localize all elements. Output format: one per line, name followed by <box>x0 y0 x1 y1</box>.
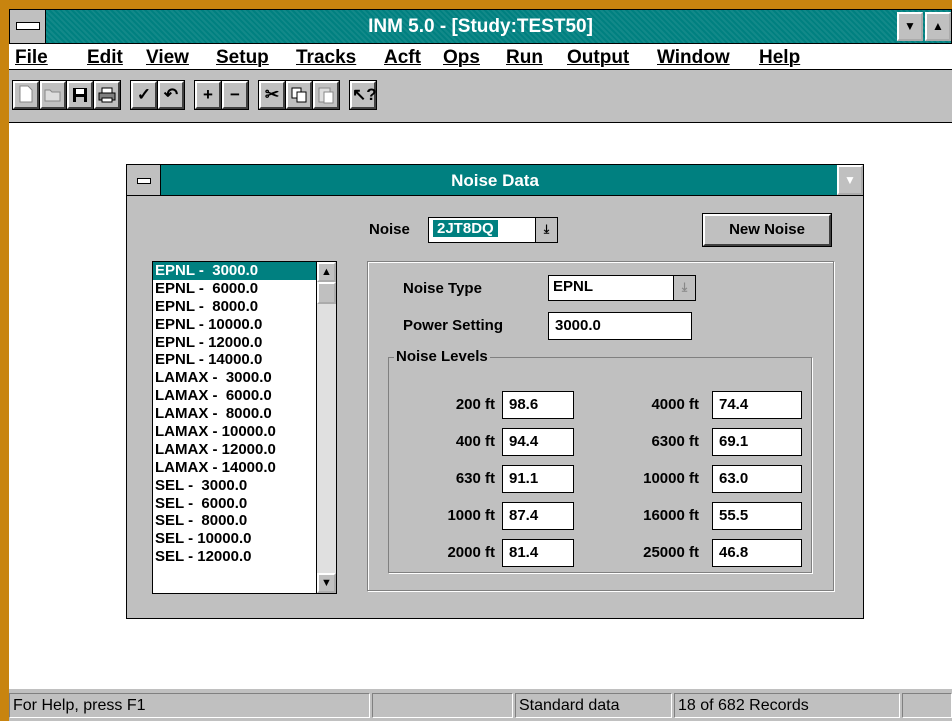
list-item[interactable]: SEL - 6000.0 <box>153 495 318 513</box>
menu-help[interactable]: Help <box>759 47 800 69</box>
noise-type-label: Noise Type <box>403 280 482 297</box>
print-icon[interactable] <box>93 80 121 110</box>
list-item[interactable]: SEL - 10000.0 <box>153 530 318 548</box>
list-item[interactable]: SEL - 12000.0 <box>153 548 318 566</box>
power-setting-field[interactable]: 3000.0 <box>548 312 692 340</box>
app-titlebar[interactable]: INM 5.0 - [Study:TEST50] ▼ ▲ <box>9 9 952 44</box>
list-scrollbar[interactable]: ▲ ▼ <box>316 262 336 593</box>
dialog-title: Noise Data <box>451 171 539 190</box>
cut-icon[interactable]: ✂ <box>258 80 286 110</box>
dialog-minimize-button[interactable]: ▼ <box>837 165 863 195</box>
menu-output[interactable]: Output <box>567 47 629 69</box>
list-item[interactable]: LAMAX - 8000.0 <box>153 405 318 423</box>
level-dist-label: 400 ft <box>455 433 495 450</box>
menu-acft[interactable]: Acft <box>384 47 421 69</box>
maximize-button[interactable]: ▲ <box>925 12 951 41</box>
noise-levels-group: Noise Levels 200 ft 98.6 400 ft 94.4 630… <box>388 348 812 573</box>
status-help-text: For Help, press F1 <box>9 693 370 718</box>
menu-tracks[interactable]: Tracks <box>296 47 356 69</box>
level-value-field[interactable]: 87.4 <box>502 502 574 530</box>
noise-type-value: EPNL <box>553 278 594 295</box>
menu-file[interactable]: File <box>15 47 48 69</box>
status-records: 18 of 682 Records <box>674 693 900 718</box>
list-item[interactable]: EPNL - 10000.0 <box>153 316 318 334</box>
list-item[interactable]: LAMAX - 3000.0 <box>153 369 318 387</box>
list-item[interactable]: EPNL - 6000.0 <box>153 280 318 298</box>
noise-type-arrow-icon[interactable]: ⤓ <box>673 276 695 300</box>
list-item[interactable]: EPNL - 3000.0 <box>153 262 318 280</box>
noise-list[interactable]: EPNL - 3000.0 EPNL - 6000.0 EPNL - 8000.0 E… <box>152 261 337 594</box>
menu-view[interactable]: View <box>146 47 189 69</box>
level-dist-label: 6300 ft <box>651 433 699 450</box>
menu-bar: File Edit View Setup Tracks Acft Ops Run… <box>9 44 952 70</box>
dropdown-arrow-icon[interactable]: ⤓ <box>535 218 557 242</box>
level-value-field[interactable]: 74.4 <box>712 391 802 419</box>
list-item[interactable]: LAMAX - 12000.0 <box>153 441 318 459</box>
scroll-down-icon[interactable]: ▼ <box>317 573 336 593</box>
level-dist-label: 16000 ft <box>643 507 699 524</box>
level-value-field[interactable]: 94.4 <box>502 428 574 456</box>
level-value-field[interactable]: 81.4 <box>502 539 574 567</box>
menu-window[interactable]: Window <box>657 47 730 69</box>
new-icon[interactable] <box>12 80 40 110</box>
menu-run[interactable]: Run <box>506 47 543 69</box>
noise-type-combo[interactable]: EPNL ⤓ <box>548 275 696 301</box>
scroll-up-icon[interactable]: ▲ <box>317 262 336 282</box>
level-value-field[interactable]: 63.0 <box>712 465 802 493</box>
list-item[interactable]: LAMAX - 6000.0 <box>153 387 318 405</box>
check-icon[interactable]: ✓ <box>130 80 158 110</box>
noise-details-panel: Noise Type EPNL ⤓ Power Setting 3000.0 N… <box>367 261 834 591</box>
list-item[interactable]: EPNL - 14000.0 <box>153 351 318 369</box>
toolbar: ✓ ↶ + − ✂ ↖? <box>9 70 952 123</box>
remove-icon[interactable]: − <box>221 80 249 110</box>
undo-icon[interactable]: ↶ <box>157 80 185 110</box>
level-value-field[interactable]: 91.1 <box>502 465 574 493</box>
list-item[interactable]: EPNL - 8000.0 <box>153 298 318 316</box>
menu-edit[interactable]: Edit <box>87 47 123 69</box>
list-item[interactable]: LAMAX - 14000.0 <box>153 459 318 477</box>
minimize-button[interactable]: ▼ <box>897 12 923 41</box>
new-noise-button[interactable]: New Noise <box>702 213 832 247</box>
noise-data-dialog: Noise Data ▼ Noise 2JT8DQ ⤓ New Noise EP… <box>126 164 864 619</box>
app-title: INM 5.0 - [Study:TEST50] <box>368 16 593 37</box>
power-setting-label: Power Setting <box>403 317 504 334</box>
noise-combo-value: 2JT8DQ <box>433 220 498 237</box>
open-icon[interactable] <box>39 80 67 110</box>
dialog-titlebar[interactable]: Noise Data ▼ <box>127 165 863 196</box>
help-pointer-icon[interactable]: ↖? <box>349 80 377 110</box>
status-bar: For Help, press F1 Standard data 18 of 6… <box>9 688 952 721</box>
scroll-thumb[interactable] <box>317 282 336 304</box>
list-item[interactable]: SEL - 8000.0 <box>153 512 318 530</box>
level-dist-label: 200 ft <box>455 396 495 413</box>
add-icon[interactable]: + <box>194 80 222 110</box>
save-icon[interactable] <box>66 80 94 110</box>
level-dist-label: 4000 ft <box>651 396 699 413</box>
list-item[interactable]: EPNL - 12000.0 <box>153 334 318 352</box>
level-value-field[interactable]: 69.1 <box>712 428 802 456</box>
level-dist-label: 25000 ft <box>643 544 699 561</box>
level-dist-label: 1000 ft <box>447 507 495 524</box>
paste-icon[interactable] <box>312 80 340 110</box>
status-extra-pane <box>902 693 952 718</box>
level-dist-label: 630 ft <box>455 470 495 487</box>
list-item[interactable]: SEL - 3000.0 <box>153 477 318 495</box>
status-mode: Standard data <box>515 693 672 718</box>
level-value-field[interactable]: 98.6 <box>502 391 574 419</box>
level-dist-label: 10000 ft <box>643 470 699 487</box>
list-item[interactable]: LAMAX - 10000.0 <box>153 423 318 441</box>
status-empty-pane <box>372 693 513 718</box>
level-value-field[interactable]: 55.5 <box>712 502 802 530</box>
noise-combo[interactable]: 2JT8DQ ⤓ <box>428 217 558 243</box>
menu-ops[interactable]: Ops <box>443 47 480 69</box>
level-value-field[interactable]: 46.8 <box>712 539 802 567</box>
menu-setup[interactable]: Setup <box>216 47 269 69</box>
noise-levels-title: Noise Levels <box>394 348 490 365</box>
copy-icon[interactable] <box>285 80 313 110</box>
level-dist-label: 2000 ft <box>447 544 495 561</box>
noise-list-items: EPNL - 3000.0 EPNL - 6000.0 EPNL - 8000.0 E… <box>153 262 318 566</box>
noise-label: Noise <box>369 221 410 238</box>
